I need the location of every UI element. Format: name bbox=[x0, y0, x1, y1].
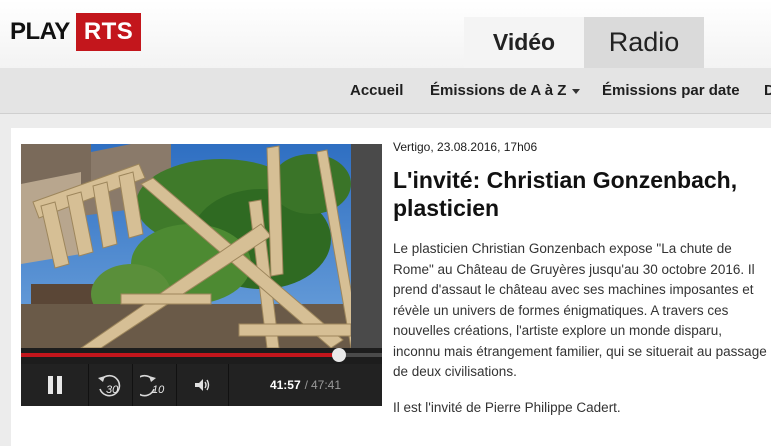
progress-bar[interactable] bbox=[21, 348, 382, 364]
forward-10-button[interactable]: 10 bbox=[133, 364, 177, 406]
current-time: 41:57 bbox=[269, 378, 301, 392]
forward-seconds-label: 10 bbox=[152, 384, 165, 396]
logo-play-text: PLAY bbox=[10, 18, 70, 45]
main-nav: Accueil Émissions de A à Z Émissions par… bbox=[0, 68, 771, 114]
time-display: 41:57 / 47:41 bbox=[229, 364, 382, 406]
chevron-down-icon bbox=[572, 88, 581, 94]
forward-10-icon: 10 bbox=[139, 374, 165, 397]
tab-radio[interactable]: Radio bbox=[584, 17, 704, 68]
logo-rts-badge: RTS bbox=[75, 13, 142, 51]
episode-panel: 30 10 41:57 / 47:41 Vertigo, 23.08.2016,… bbox=[11, 128, 771, 446]
progress-handle[interactable] bbox=[331, 348, 346, 362]
rewind-30-icon: 30 bbox=[97, 374, 120, 397]
nav-item-label: Émissions par date bbox=[602, 82, 740, 99]
rewind-30-button[interactable]: 30 bbox=[89, 364, 133, 406]
pause-button[interactable] bbox=[21, 364, 89, 406]
volume-button[interactable] bbox=[177, 364, 229, 406]
media-tabs: Vidéo Radio bbox=[464, 17, 704, 68]
duration: 47:41 bbox=[311, 378, 342, 392]
pause-icon bbox=[47, 376, 62, 394]
episode-description: Le plasticien Christian Gonzenbach expos… bbox=[393, 241, 767, 379]
episode-meta: Vertigo, 23.08.2016, 17h06 bbox=[393, 140, 538, 154]
nav-item-emissions-par-date[interactable]: Émissions par date bbox=[602, 82, 740, 99]
video-thumbnail[interactable] bbox=[21, 144, 382, 348]
time-separator: / bbox=[304, 378, 308, 392]
episode-guest-line: Il est l'invité de Pierre Philippe Cader… bbox=[393, 400, 621, 415]
player-controls: 30 10 41:57 / 47:41 bbox=[21, 364, 382, 406]
site-header: PLAY RTS Vidéo Radio bbox=[0, 0, 771, 68]
nav-item-label: D bbox=[764, 82, 771, 99]
progress-fill bbox=[21, 353, 339, 357]
volume-icon bbox=[194, 379, 209, 391]
nav-item-emissions-a-z[interactable]: Émissions de A à Z bbox=[430, 82, 581, 99]
nav-item-truncated[interactable]: D bbox=[764, 82, 771, 99]
play-rts-logo[interactable]: PLAY RTS bbox=[10, 12, 142, 52]
video-player[interactable]: 30 10 41:57 / 47:41 bbox=[21, 144, 382, 406]
nav-item-accueil[interactable]: Accueil bbox=[350, 82, 403, 99]
rewind-seconds-label: 30 bbox=[106, 384, 119, 396]
tab-video[interactable]: Vidéo bbox=[464, 17, 584, 68]
episode-title: L'invité: Christian Gonzenbach, plastici… bbox=[393, 167, 738, 221]
nav-item-label: Émissions de A à Z bbox=[430, 82, 567, 99]
nav-item-label: Accueil bbox=[350, 82, 404, 99]
